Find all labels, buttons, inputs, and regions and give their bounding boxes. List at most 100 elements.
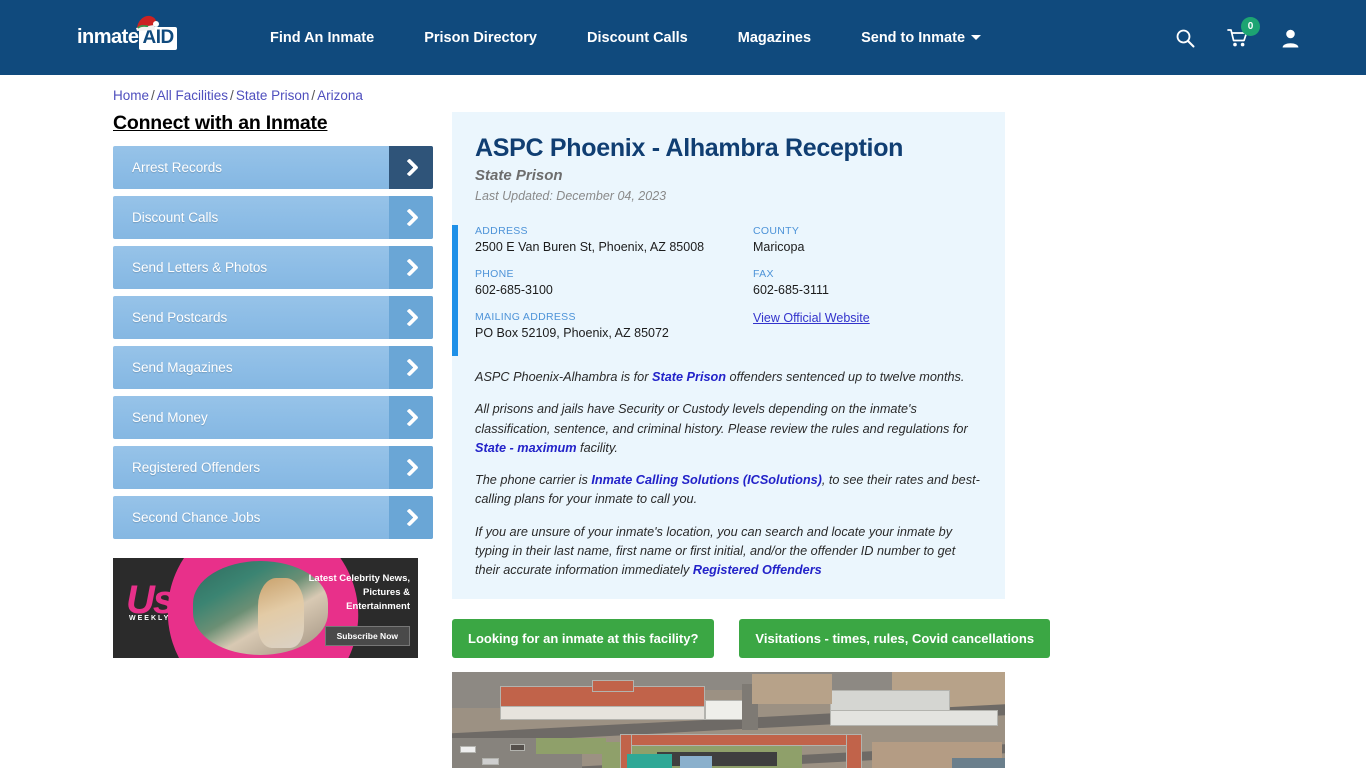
logo-badge: AID xyxy=(142,26,174,48)
info-row-fax: FAX 602-685-3111 xyxy=(753,268,1003,297)
facility-aerial-photo xyxy=(452,671,1005,768)
info-row-county: COUNTY Maricopa xyxy=(753,225,1003,254)
description-paragraph-1: ASPC Phoenix-Alhambra is for State Priso… xyxy=(475,368,980,387)
phone-value: 602-685-3100 xyxy=(475,283,553,297)
chevron-right-icon xyxy=(389,296,433,339)
cta-button-row: Looking for an inmate at this facility? … xyxy=(452,618,1051,658)
sidebar-item-label: Send Postcards xyxy=(132,310,228,325)
nav-label: Send to Inmate xyxy=(861,29,966,46)
mailing-address-value: PO Box 52109, Phoenix, AZ 85072 xyxy=(475,326,669,340)
ad-subscribe-button[interactable]: Subscribe Now xyxy=(324,626,410,646)
chevron-right-icon xyxy=(389,196,433,239)
link-icsolutions[interactable]: Inmate Calling Solutions (ICSolutions) xyxy=(591,473,822,487)
link-registered-offenders[interactable]: Registered Offenders xyxy=(693,563,822,577)
link-state-maximum[interactable]: State - maximum xyxy=(475,441,577,455)
link-state-prison[interactable]: State Prison xyxy=(652,370,726,384)
sidebar-item-label: Second Chance Jobs xyxy=(132,510,261,525)
nav-label: Prison Directory xyxy=(424,29,538,46)
facility-type: State Prison xyxy=(475,167,563,184)
chevron-down-icon xyxy=(971,35,982,41)
facility-description: ASPC Phoenix-Alhambra is for State Priso… xyxy=(452,354,1005,581)
chevron-right-icon xyxy=(389,246,433,289)
search-icon[interactable] xyxy=(1175,28,1195,48)
page-body: Home / All Facilities / State Prison / Arizona… xyxy=(0,75,1366,768)
ad-brand-logo: Us WEEKLY xyxy=(126,580,175,622)
address-label: ADDRESS xyxy=(475,225,528,237)
fax-value: 602-685-3111 xyxy=(753,283,829,297)
sidebar-item-discount-calls[interactable]: Discount Calls xyxy=(113,196,433,239)
sidebar-item-label: Send Magazines xyxy=(132,360,233,375)
site-logo[interactable]: inmate AID xyxy=(77,15,187,58)
page-title: ASPC Phoenix - Alhambra Reception xyxy=(475,134,904,162)
official-website-link[interactable]: View Official Website xyxy=(753,311,1003,325)
facility-card: ASPC Phoenix - Alhambra Reception State … xyxy=(452,112,1005,599)
breadcrumb: Home / All Facilities / State Prison / Arizona xyxy=(0,75,1366,103)
advertisement-banner[interactable]: Us WEEKLY Latest Celebrity News, Picture… xyxy=(113,558,418,658)
sidebar-item-label: Send Letters & Photos xyxy=(132,260,268,275)
main-content: ASPC Phoenix - Alhambra Reception State … xyxy=(452,112,1051,768)
cart-count-badge: 0 xyxy=(1241,16,1260,36)
address-value: 2500 E Van Buren St, Phoenix, AZ 85008 xyxy=(475,240,705,254)
sidebar-item-label: Arrest Records xyxy=(132,160,223,175)
chevron-right-icon xyxy=(389,346,433,389)
breadcrumb-item-home[interactable]: Home xyxy=(113,88,149,103)
breadcrumb-item-arizona[interactable]: Arizona xyxy=(317,88,363,103)
mailing-address-label: MAILING ADDRESS xyxy=(475,311,576,323)
sidebar-item-label: Registered Offenders xyxy=(132,460,261,475)
text-segment: offenders sentenced up to twelve months. xyxy=(726,370,965,384)
visitations-button[interactable]: Visitations - times, rules, Covid cancel… xyxy=(739,618,1051,658)
nav-item-send-to-inmate[interactable]: Send to Inmate xyxy=(861,29,982,46)
text-segment: facility. xyxy=(576,440,618,455)
info-row-phone: PHONE 602-685-3100 xyxy=(475,268,753,297)
description-paragraph-4: If you are unsure of your inmate's locat… xyxy=(475,523,980,581)
text-segment: All prisons and jails have Security or C… xyxy=(475,402,968,436)
description-paragraph-3: The phone carrier is Inmate Calling Solu… xyxy=(475,471,980,510)
sidebar-item-label: Discount Calls xyxy=(132,210,219,225)
header-icon-group: 0 xyxy=(1175,0,1300,75)
last-updated: Last Updated: December 04, 2023 xyxy=(475,189,667,203)
nav-item-prison-directory[interactable]: Prison Directory xyxy=(424,30,537,46)
sidebar: Connect with an Inmate Arrest Records Di… xyxy=(113,112,433,768)
nav-item-discount-calls[interactable]: Discount Calls xyxy=(587,30,688,46)
nav-item-find-an-inmate[interactable]: Find An Inmate xyxy=(270,30,374,46)
main-navigation: Find An Inmate Prison Directory Discount… xyxy=(270,29,982,46)
sidebar-item-send-letters-photos[interactable]: Send Letters & Photos xyxy=(113,246,433,289)
chevron-right-icon xyxy=(389,496,433,539)
sidebar-item-registered-offenders[interactable]: Registered Offenders xyxy=(113,446,433,489)
nav-label: Find An Inmate xyxy=(270,29,375,46)
text-segment: The phone carrier is xyxy=(475,473,592,488)
breadcrumb-item-state-prison[interactable]: State Prison xyxy=(236,88,310,103)
accent-bar xyxy=(452,225,458,356)
sidebar-item-second-chance-jobs[interactable]: Second Chance Jobs xyxy=(113,496,433,539)
text-segment: ASPC Phoenix-Alhambra is for xyxy=(475,370,652,384)
sidebar-item-arrest-records[interactable]: Arrest Records xyxy=(113,146,433,189)
info-row-website: View Official Website xyxy=(753,311,1003,325)
sidebar-item-label: Send Money xyxy=(132,410,208,425)
fax-label: FAX xyxy=(753,268,774,280)
county-label: COUNTY xyxy=(753,225,800,237)
info-row-address: ADDRESS 2500 E Van Buren St, Phoenix, AZ… xyxy=(475,225,753,254)
nav-label: Magazines xyxy=(737,29,812,46)
chevron-right-icon xyxy=(389,396,433,439)
sidebar-item-send-money[interactable]: Send Money xyxy=(113,396,433,439)
find-inmate-button[interactable]: Looking for an inmate at this facility? xyxy=(452,618,715,658)
site-header: inmate AID Find An Inmate Prison Directo… xyxy=(0,0,1366,75)
county-value: Maricopa xyxy=(753,240,805,254)
ad-brand-subtext: WEEKLY xyxy=(129,615,171,622)
cart-icon[interactable]: 0 xyxy=(1227,16,1260,48)
breadcrumb-separator: / xyxy=(230,88,234,103)
nav-item-magazines[interactable]: Magazines xyxy=(738,30,811,46)
user-icon[interactable] xyxy=(1281,28,1300,48)
ad-copy: Latest Celebrity News, Pictures & Entert… xyxy=(308,573,410,612)
info-column-left: ADDRESS 2500 E Van Buren St, Phoenix, AZ… xyxy=(475,225,753,354)
info-column-right: COUNTY Maricopa FAX 602-685-3111 View Of… xyxy=(753,225,1003,354)
nav-label: Discount Calls xyxy=(587,29,688,46)
description-paragraph-2: All prisons and jails have Security or C… xyxy=(475,400,980,458)
logo-text: inmate xyxy=(77,25,139,48)
phone-label: PHONE xyxy=(475,268,514,280)
breadcrumb-separator: / xyxy=(311,88,316,103)
sidebar-item-send-magazines[interactable]: Send Magazines xyxy=(113,346,433,389)
breadcrumb-item-all-facilities[interactable]: All Facilities xyxy=(157,88,228,103)
breadcrumb-separator: / xyxy=(151,88,155,103)
sidebar-item-send-postcards[interactable]: Send Postcards xyxy=(113,296,433,339)
